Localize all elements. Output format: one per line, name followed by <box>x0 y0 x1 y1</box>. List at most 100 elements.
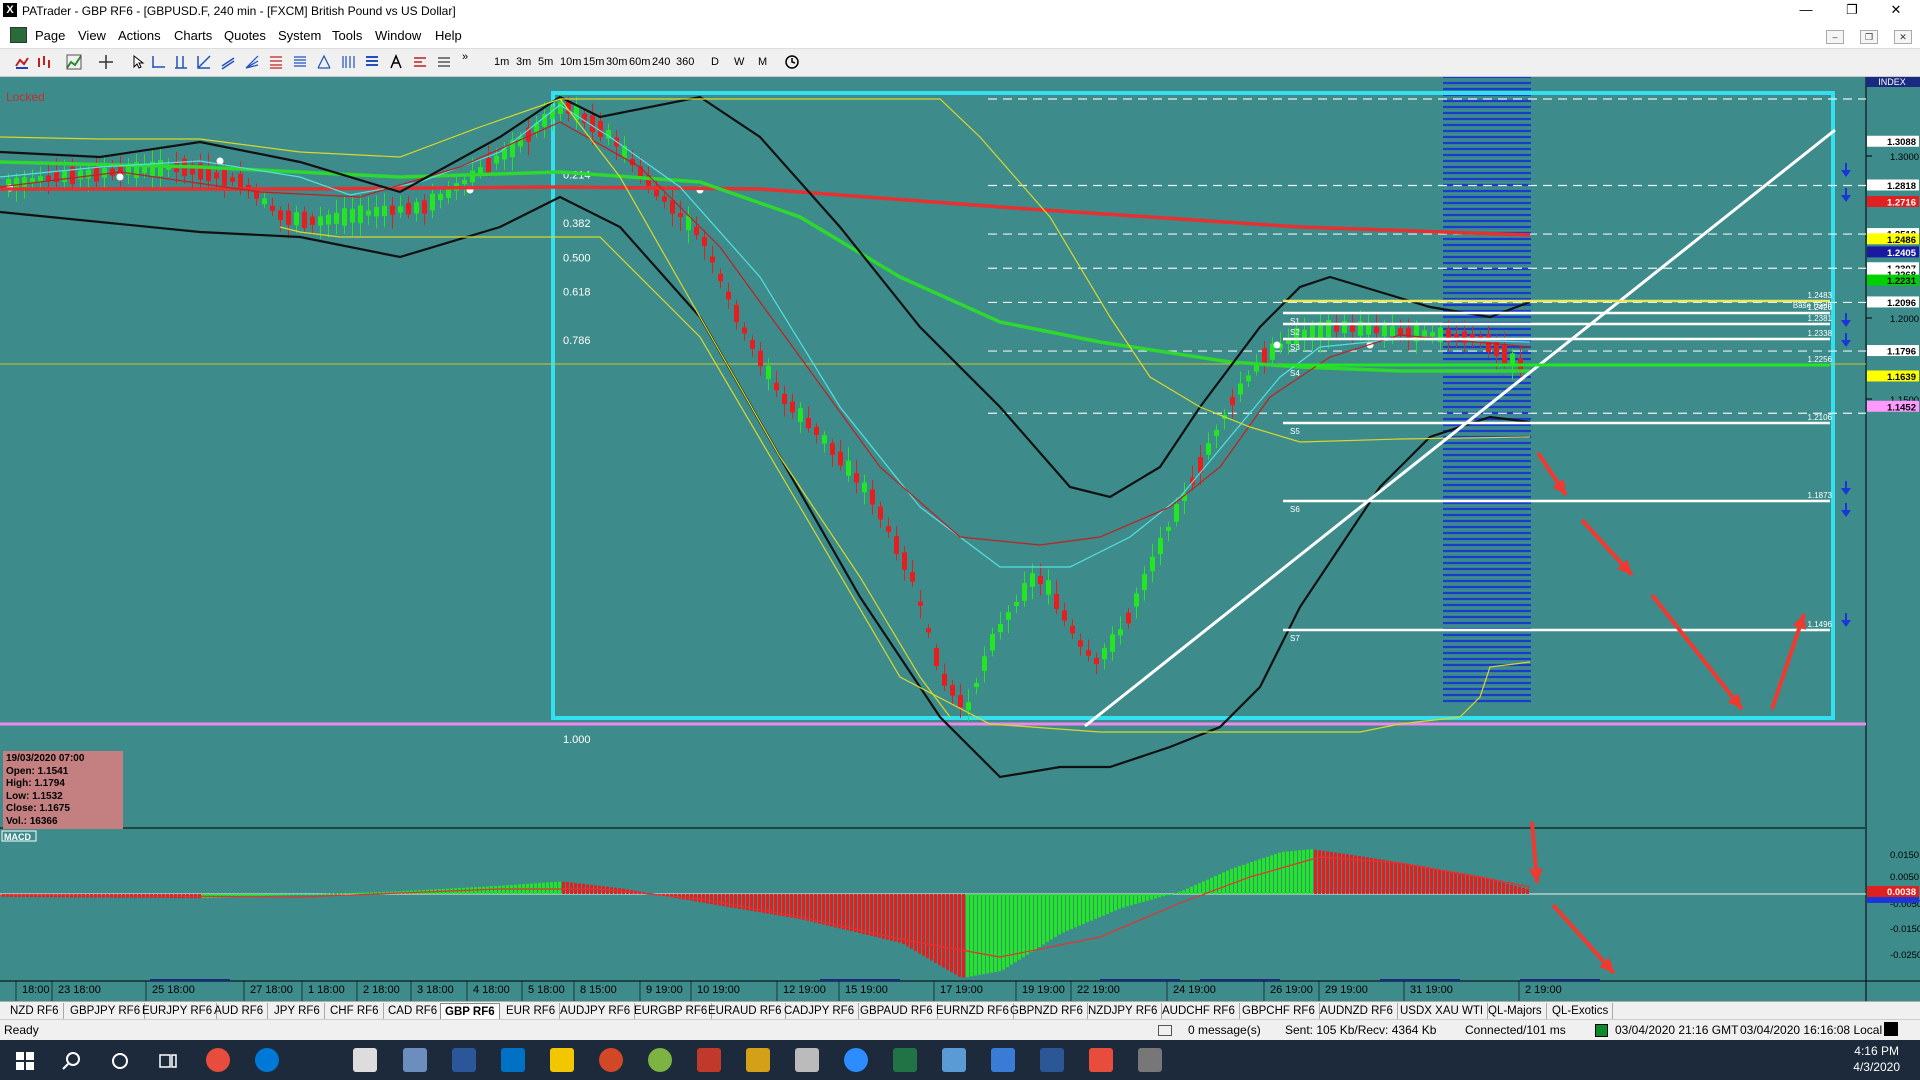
app-icon-gray[interactable] <box>1138 1048 1162 1072</box>
menu-view[interactable]: View <box>78 28 106 43</box>
text-icon[interactable] <box>388 54 404 70</box>
time-zones-icon[interactable] <box>340 54 356 70</box>
symbol-tab-eurjpy-rf6[interactable]: EURJPY RF6 <box>138 1003 218 1019</box>
menu-quotes[interactable]: Quotes <box>224 28 266 43</box>
symbol-tab-jpy-rf6[interactable]: JPY RF6 <box>270 1003 325 1019</box>
symbol-tab-usdx-xau-wti[interactable]: USDX XAU WTI <box>1396 1003 1489 1019</box>
menu-actions[interactable]: Actions <box>118 28 161 43</box>
outlook-icon[interactable] <box>501 1048 525 1072</box>
symbol-tab-gbpaud-rf6[interactable]: GBPAUD RF6 <box>856 1003 938 1019</box>
fibonacci-frame[interactable] <box>551 91 1835 720</box>
app-icon-red[interactable] <box>697 1048 721 1072</box>
crosshair-icon[interactable] <box>98 54 114 70</box>
timeframe-1m[interactable]: 1m <box>494 56 509 68</box>
symbol-tab-chf-rf6[interactable]: CHF RF6 <box>326 1003 384 1019</box>
chart-type-icon[interactable] <box>14 54 30 70</box>
list-tool-icon[interactable] <box>436 54 452 70</box>
timeframe-360[interactable]: 360 <box>676 56 694 68</box>
menu-system[interactable]: System <box>278 28 321 43</box>
notepad-icon[interactable] <box>403 1048 427 1072</box>
fibonacci-retracement-icon[interactable] <box>268 54 284 70</box>
mdi-close-button[interactable]: ✕ <box>1894 30 1912 44</box>
ninjatrader-icon[interactable] <box>648 1048 672 1072</box>
symbol-tab-eur-rf6[interactable]: EUR RF6 <box>502 1003 561 1019</box>
timeframe-3m[interactable]: 3m <box>516 56 531 68</box>
symbol-tab-ql-majors[interactable]: QL-Majors <box>1484 1003 1547 1019</box>
mdi-restore-button[interactable]: ❐ <box>1860 30 1878 44</box>
app-icon-display[interactable] <box>991 1048 1015 1072</box>
clock-icon[interactable] <box>784 54 800 70</box>
file-explorer-icon[interactable] <box>550 1048 574 1072</box>
toolbar-overflow-icon[interactable]: » <box>462 51 468 63</box>
menu-help[interactable]: Help <box>435 28 462 43</box>
symbol-tab-gbp-rf6[interactable]: GBP RF6 <box>440 1003 500 1020</box>
maximize-button[interactable]: ❐ <box>1832 0 1872 22</box>
windows-start-icon[interactable] <box>16 1052 34 1070</box>
fibonacci-extension-icon[interactable] <box>292 54 308 70</box>
bar-type-icon[interactable] <box>36 54 52 70</box>
symbol-tab-gbpjpy-rf6[interactable]: GBPJPY RF6 <box>66 1003 146 1019</box>
task-view-icon[interactable] <box>158 1051 178 1071</box>
patrader-taskbar-icon[interactable] <box>353 1048 377 1072</box>
menu-window[interactable]: Window <box>375 28 421 43</box>
symbol-tab-euraud-rf6[interactable]: EURAUD RF6 <box>704 1003 787 1019</box>
timeframe-daily[interactable]: D <box>711 56 719 68</box>
symbol-tab-nzd-rf6[interactable]: NZD RF6 <box>6 1003 64 1019</box>
calculator-icon[interactable] <box>795 1048 819 1072</box>
cortana-icon[interactable] <box>110 1051 130 1071</box>
app-icon-window[interactable] <box>1040 1048 1064 1072</box>
app-icon-screenshot[interactable] <box>942 1048 966 1072</box>
timeframe-monthly[interactable]: M <box>758 56 767 68</box>
app-icon-folder[interactable] <box>746 1048 770 1072</box>
symbol-tab-gbpnzd-rf6[interactable]: GBPNZD RF6 <box>1006 1003 1088 1019</box>
symbol-tab-gbpchf-rf6[interactable]: GBPCHF RF6 <box>1238 1003 1320 1019</box>
minimize-button[interactable]: — <box>1786 0 1826 22</box>
arrow-tool-icon[interactable] <box>412 54 428 70</box>
status-messages[interactable]: 0 message(s) <box>1188 1023 1261 1037</box>
taskbar-clock[interactable]: 4:16 PM 4/3/2020 <box>1853 1043 1900 1075</box>
symbol-tab-cad-rf6[interactable]: CAD RF6 <box>384 1003 443 1019</box>
chrome-icon[interactable] <box>206 1048 230 1072</box>
gann-icon[interactable] <box>316 54 332 70</box>
search-icon[interactable] <box>62 1051 82 1071</box>
symbol-tab-nzdjpy-rf6[interactable]: NZDJPY RF6 <box>1084 1003 1163 1019</box>
timeframe-30m[interactable]: 30m <box>606 56 627 68</box>
timeframe-60m[interactable]: 60m <box>629 56 650 68</box>
fibonacci-fan-icon[interactable] <box>244 54 260 70</box>
symbol-tab-audjpy-rf6[interactable]: AUDJPY RF6 <box>556 1003 636 1019</box>
channel-icon[interactable] <box>220 54 236 70</box>
resize-grip-icon[interactable] <box>1884 1022 1898 1036</box>
timeframe-15m[interactable]: 15m <box>583 56 604 68</box>
symbol-tab-eurnzd-rf6[interactable]: EURNZD RF6 <box>932 1003 1014 1019</box>
menu-charts[interactable]: Charts <box>174 28 212 43</box>
menu-page[interactable]: Page <box>35 28 65 43</box>
pointer-icon[interactable] <box>130 54 146 70</box>
chart-area[interactable]: Locked INDEX 0.214 0.382 0.500 0.618 0.786 1.… <box>0 75 1920 1001</box>
indicator-icon[interactable] <box>66 54 82 70</box>
symbol-tab-audchf-rf6[interactable]: AUDCHF RF6 <box>1158 1003 1240 1019</box>
price-chart[interactable]: Locked INDEX 0.2140.3820.5000.6180.7861.… <box>0 75 1920 1001</box>
symbol-tab-ql-exotics[interactable]: QL-Exotics <box>1548 1003 1614 1019</box>
excel-icon[interactable] <box>893 1048 917 1072</box>
symbol-tab-audnzd-rf6[interactable]: AUDNZD RF6 <box>1316 1003 1398 1019</box>
edge-icon[interactable] <box>255 1048 279 1072</box>
mdi-minimize-button[interactable]: – <box>1826 30 1844 44</box>
symbol-tab-cadjpy-rf6[interactable]: CADJPY RF6 <box>780 1003 860 1019</box>
close-button[interactable]: ✕ <box>1876 0 1916 22</box>
macd-histogram-bar <box>698 894 701 903</box>
vertical-line-icon[interactable] <box>173 54 189 70</box>
trend-line-icon[interactable] <box>196 54 212 70</box>
timeframe-5m[interactable]: 5m <box>538 56 553 68</box>
app-icon-s[interactable] <box>1089 1048 1113 1072</box>
timeframe-240[interactable]: 240 <box>652 56 670 68</box>
word-icon[interactable] <box>452 1048 476 1072</box>
timeframe-weekly[interactable]: W <box>734 56 744 68</box>
symbol-tab-eurgbp-rf6[interactable]: EURGBP RF6 <box>630 1003 713 1019</box>
pitchfork-icon[interactable] <box>364 54 380 70</box>
symbol-tab-aud-rf6[interactable]: AUD RF6 <box>210 1003 269 1019</box>
timeframe-10m[interactable]: 10m <box>560 56 581 68</box>
horizontal-line-icon[interactable] <box>151 54 167 70</box>
zoom-icon[interactable] <box>844 1048 868 1072</box>
powerpoint-icon[interactable] <box>599 1048 623 1072</box>
menu-tools[interactable]: Tools <box>332 28 362 43</box>
